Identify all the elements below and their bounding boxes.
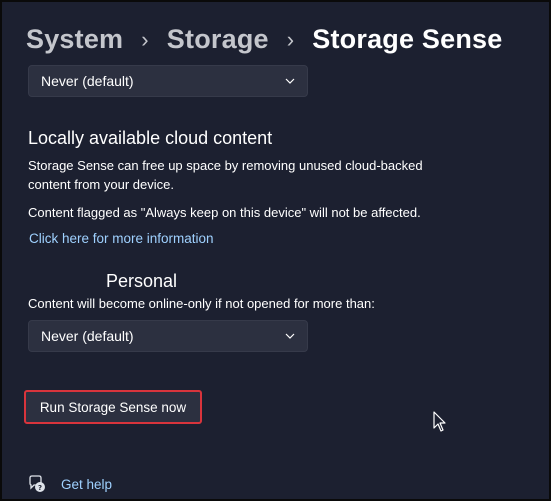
help-chat-icon: ? <box>28 475 46 493</box>
top-dropdown[interactable]: Never (default) <box>28 65 308 97</box>
cloud-section-title: Locally available cloud content <box>28 128 273 148</box>
personal-description: Content will become online-only if not o… <box>28 296 375 311</box>
more-info-link[interactable]: Click here for more information <box>29 231 214 246</box>
run-storage-sense-button[interactable]: Run Storage Sense now <box>24 390 202 424</box>
mouse-cursor-icon <box>433 411 446 432</box>
page-title: Storage Sense <box>312 24 503 54</box>
personal-dropdown[interactable]: Never (default) <box>28 320 308 352</box>
breadcrumb-separator: › <box>286 26 295 52</box>
cloud-description-line2: content from your device. <box>28 177 174 192</box>
svg-text:?: ? <box>38 484 42 492</box>
personal-dropdown-value: Never (default) <box>41 328 134 344</box>
top-dropdown-value: Never (default) <box>41 73 134 89</box>
run-storage-sense-label: Run Storage Sense now <box>39 399 187 415</box>
breadcrumb-item-system[interactable]: System <box>26 24 123 55</box>
chevron-down-icon <box>285 76 295 86</box>
chevron-down-icon <box>285 331 295 341</box>
get-help-link[interactable]: Get help <box>61 477 112 492</box>
breadcrumb-separator: › <box>141 26 149 52</box>
breadcrumb: System › Storage › Storage Sense <box>26 24 502 55</box>
cloud-description-line1: Storage Sense can free up space by remov… <box>28 158 423 173</box>
breadcrumb-item-storage[interactable]: Storage <box>167 24 269 55</box>
cloud-note: Content flagged as "Always keep on this … <box>28 205 421 220</box>
get-help-row[interactable]: ? Get help <box>28 475 112 493</box>
personal-section-title: Personal <box>106 271 178 291</box>
settings-window: System › Storage › Storage Sense Never (… <box>0 0 551 501</box>
